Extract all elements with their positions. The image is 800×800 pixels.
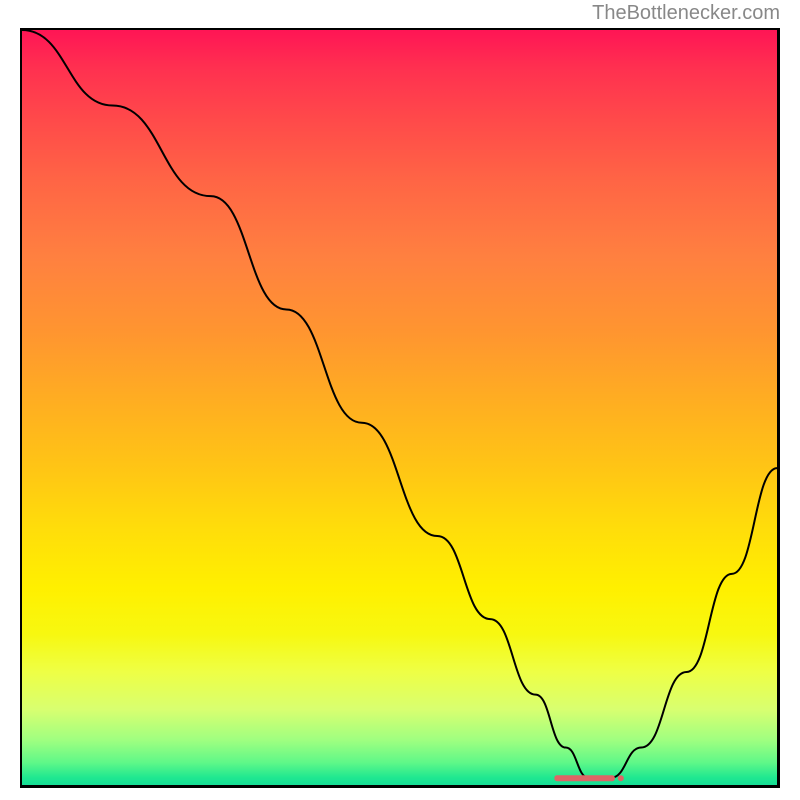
chart-svg (22, 30, 777, 785)
chart-frame (20, 28, 780, 788)
bottleneck-curve-path (22, 30, 777, 778)
watermark-text: TheBottlenecker.com (592, 2, 780, 25)
optimal-marker (555, 775, 615, 781)
optimal-marker-dot (618, 775, 624, 781)
